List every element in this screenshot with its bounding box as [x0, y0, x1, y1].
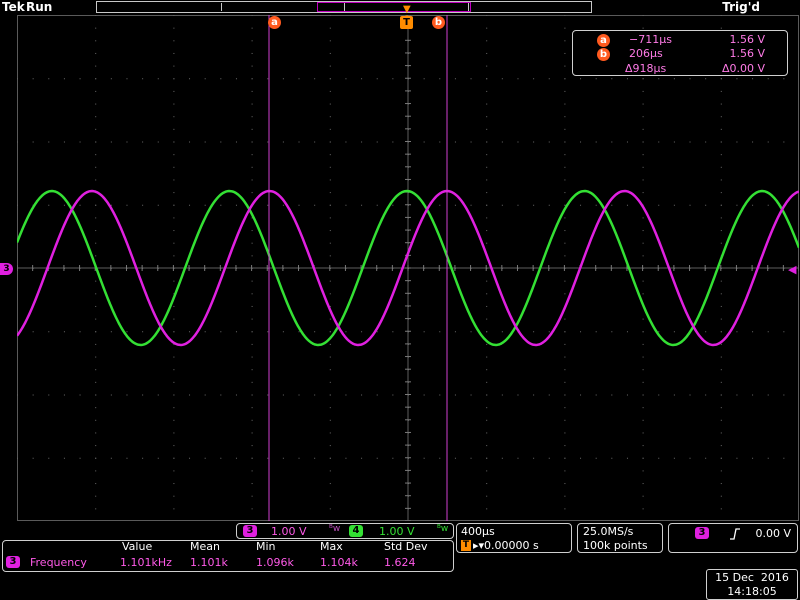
meas-std-dev: 1.624: [384, 556, 416, 569]
cursor-b-badge: b: [597, 48, 610, 61]
rising-edge-icon: [730, 528, 740, 540]
trigger-status: Trig'd: [722, 0, 760, 14]
trigger-level-icon[interactable]: ◀: [788, 263, 796, 276]
cursor-a-badge: a: [597, 34, 610, 47]
meas-header-mean: Mean: [190, 540, 220, 553]
record-tick: [468, 3, 469, 11]
record-view-window[interactable]: [317, 2, 471, 12]
meas-header-max: Max: [320, 540, 343, 553]
ch4-scale[interactable]: 1.00 V: [379, 525, 415, 538]
cursor-a-voltage: 1.56 V: [729, 33, 765, 46]
channel-scale-panel[interactable]: 3 1.00 V ᴮw 4 1.00 V ᴮw: [236, 523, 454, 539]
cursor-a-time: −711μs: [629, 33, 672, 46]
meas-header-min: Min: [256, 540, 276, 553]
ch3-scale[interactable]: 1.00 V: [271, 525, 307, 538]
cursor-delta-time: Δ918μs: [625, 62, 667, 75]
meas-max: 1.104k: [320, 556, 358, 569]
cursor-delta-voltage: Δ0.00 V: [721, 62, 765, 75]
cursor-a-marker[interactable]: a: [268, 16, 281, 29]
measurement-table: Value Mean Min Max Std Dev 3 Frequency 1…: [6, 540, 452, 572]
record-length: 100k points: [583, 539, 648, 552]
cursor-b-time: 206μs: [629, 47, 663, 60]
ch3-ground-marker[interactable]: 3: [0, 263, 13, 275]
trigger-position[interactable]: ▸▾0.00000 s: [473, 539, 539, 552]
record-tick: [221, 3, 222, 11]
trigger-panel[interactable]: 3 0.00 V: [668, 523, 798, 553]
meas-min: 1.096k: [256, 556, 294, 569]
ch4-badge[interactable]: 4: [349, 525, 363, 537]
trigger-position-marker[interactable]: T: [400, 16, 413, 29]
record-tick: [344, 3, 345, 11]
cursor-readout[interactable]: a −711μs 1.56 V b 206μs 1.56 V Δ918μs Δ0…: [572, 30, 788, 76]
horizontal-scale[interactable]: 400μs: [461, 525, 495, 538]
date: 15 Dec 2016: [715, 571, 789, 584]
meas-source-badge: 3: [6, 556, 20, 568]
ch3-bandwidth-icon: ᴮw: [329, 524, 341, 534]
waveform-display[interactable]: [17, 15, 799, 521]
ch4-bandwidth-icon: ᴮw: [437, 524, 449, 534]
meas-mean: 1.101k: [190, 556, 228, 569]
meas-header-std-dev: Std Dev: [384, 540, 428, 553]
date-time-display: 15 Dec 2016 14:18:05: [706, 569, 798, 600]
acquisition-state[interactable]: Run: [26, 0, 52, 14]
status-bar: Tek Run Trig'd: [0, 0, 800, 15]
sample-rate: 25.0MS/s: [583, 525, 634, 538]
trigger-source-badge[interactable]: 3: [695, 527, 709, 539]
brand-logo: Tek: [2, 0, 25, 14]
graticule-grid: [17, 15, 799, 521]
meas-header-value: Value: [122, 540, 153, 553]
acquisition-panel[interactable]: 25.0MS/s 100k points: [577, 523, 663, 553]
timebase-panel[interactable]: 400μs T ▸▾0.00000 s: [456, 523, 572, 553]
meas-value: 1.101kHz: [120, 556, 172, 569]
trigger-point-icon: ▼: [403, 4, 411, 15]
ch3-badge[interactable]: 3: [243, 525, 257, 537]
meas-name: Frequency: [30, 556, 87, 569]
trigger-pos-icon: T: [461, 540, 471, 551]
time: 14:18:05: [727, 585, 777, 598]
cursor-b-voltage: 1.56 V: [729, 47, 765, 60]
trigger-level[interactable]: 0.00 V: [755, 527, 791, 540]
record-view-bar[interactable]: [96, 1, 592, 13]
cursor-b-marker[interactable]: b: [432, 16, 445, 29]
